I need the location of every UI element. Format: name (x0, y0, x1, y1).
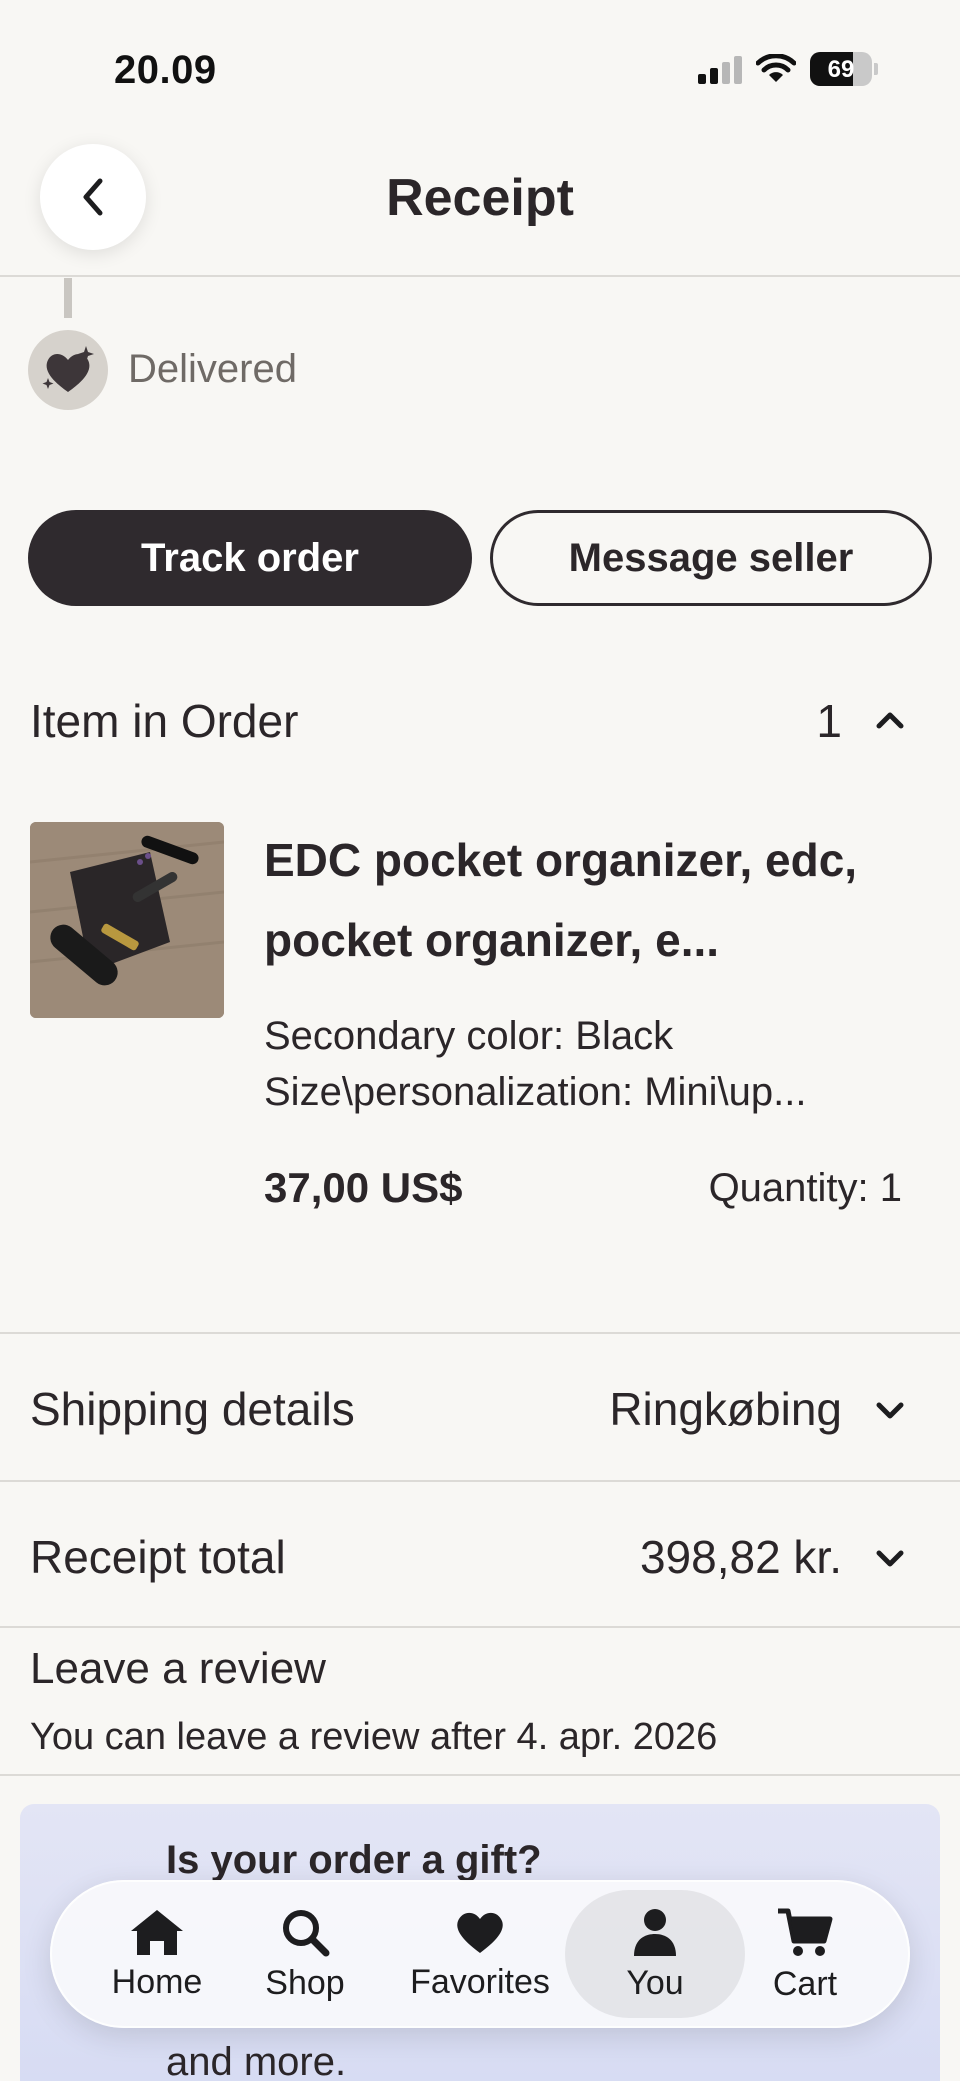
shipping-details-label[interactable]: Shipping details (30, 1382, 355, 1436)
tab-favorites-label: Favorites (410, 1962, 550, 2001)
tab-you[interactable]: You (595, 1880, 715, 2028)
wifi-icon (756, 54, 796, 82)
search-icon (283, 1909, 330, 1956)
tab-cart[interactable]: Cart (745, 1880, 865, 2028)
product-secondary-color: Secondary color: Black (264, 1014, 674, 1058)
message-seller-button[interactable]: Message seller (490, 510, 932, 606)
bottom-tab-bar: Home Shop Favorites You Cart (50, 1880, 910, 2028)
cart-icon (778, 1908, 833, 1956)
receipt-total-value: 398,82 kr. (639, 1531, 842, 1583)
product-variant: Secondary color: Black Size\personalizat… (264, 1008, 807, 1120)
tab-cart-label: Cart (772, 1964, 838, 2003)
tab-favorites[interactable]: Favorites (395, 1880, 565, 2028)
tab-shop-label: Shop (265, 1963, 345, 2002)
battery-percent: 69 (827, 56, 855, 83)
divider (0, 1332, 960, 1334)
tab-home-label: Home (111, 1962, 203, 2001)
status-time: 20.09 (114, 48, 217, 92)
divider (0, 1626, 960, 1628)
shipping-city: Ringkøbing (609, 1383, 842, 1435)
status-icons: 69 (698, 52, 878, 86)
home-icon (131, 1909, 183, 1955)
navigation-header: Receipt (0, 140, 960, 277)
tab-you-label: You (626, 1963, 684, 2002)
divider (0, 1480, 960, 1482)
receipt-total-label[interactable]: Receipt total (30, 1530, 286, 1584)
chevron-down-icon[interactable] (870, 1538, 910, 1578)
track-order-button[interactable]: Track order (28, 510, 472, 606)
signal-icon (698, 54, 742, 84)
order-status-label: Delivered (128, 347, 297, 391)
divider (0, 1774, 960, 1776)
product-quantity: Quantity: 1 (708, 1166, 902, 1210)
tab-home[interactable]: Home (92, 1880, 222, 2028)
items-section-title: Item in Order (30, 695, 299, 747)
heart-icon (457, 1912, 503, 1953)
person-icon (634, 1908, 676, 1956)
page-title: Receipt (386, 169, 574, 227)
status-bar: 20.09 69 (0, 0, 960, 140)
product-title[interactable]: EDC pocket organizer, edc, pocket organi… (264, 820, 904, 980)
tab-shop[interactable]: Shop (245, 1880, 365, 2028)
product-size: Size\personalization: Mini\up... (264, 1070, 807, 1114)
product-image[interactable] (30, 822, 224, 1018)
chevron-down-icon[interactable] (870, 1390, 910, 1430)
review-availability-note: You can leave a review after 4. apr. 202… (30, 1716, 718, 1758)
timeline-connector (64, 278, 72, 318)
chevron-up-icon[interactable] (870, 700, 910, 740)
battery-icon: 69 (810, 52, 872, 86)
gift-body: and more. (166, 2040, 347, 2081)
gift-title: Is your order a gift? (166, 1838, 542, 1882)
leave-review-title: Leave a review (30, 1644, 326, 1693)
items-count: 1 (816, 695, 842, 747)
delivered-heart-icon (28, 330, 108, 410)
product-price: 37,00 US$ (264, 1164, 463, 1211)
